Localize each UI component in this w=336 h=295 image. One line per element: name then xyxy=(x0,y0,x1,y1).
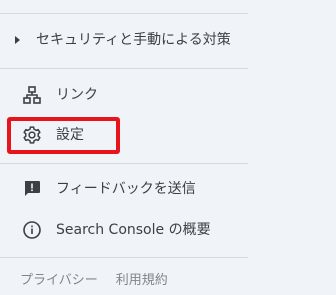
sitemap-icon xyxy=(22,85,42,105)
terms-link[interactable]: 利用規約 xyxy=(116,269,168,288)
feedback-icon xyxy=(22,179,42,199)
section-label: セキュリティと手動による対策 xyxy=(36,32,231,48)
menu-item-links[interactable]: リンク xyxy=(0,77,248,113)
divider-menu xyxy=(0,163,248,164)
info-icon xyxy=(22,220,42,240)
privacy-link[interactable]: プライバシー xyxy=(20,269,98,288)
menu-item-feedback-label: フィードバックを送信 xyxy=(56,181,196,197)
section-security-manual-actions[interactable]: セキュリティと手動による対策 xyxy=(0,22,248,58)
divider-footer xyxy=(0,257,248,258)
divider-top xyxy=(0,13,248,14)
caret-right-icon xyxy=(15,36,20,44)
menu-item-about[interactable]: Search Console の概要 xyxy=(0,212,248,248)
menu-item-feedback[interactable]: フィードバックを送信 xyxy=(0,171,248,207)
menu-item-about-label: Search Console の概要 xyxy=(56,222,211,238)
menu-item-links-label: リンク xyxy=(56,87,98,103)
divider-section xyxy=(0,68,248,69)
settings-highlight-box xyxy=(7,117,120,154)
footer-links: プライバシー 利用規約 xyxy=(20,269,168,288)
